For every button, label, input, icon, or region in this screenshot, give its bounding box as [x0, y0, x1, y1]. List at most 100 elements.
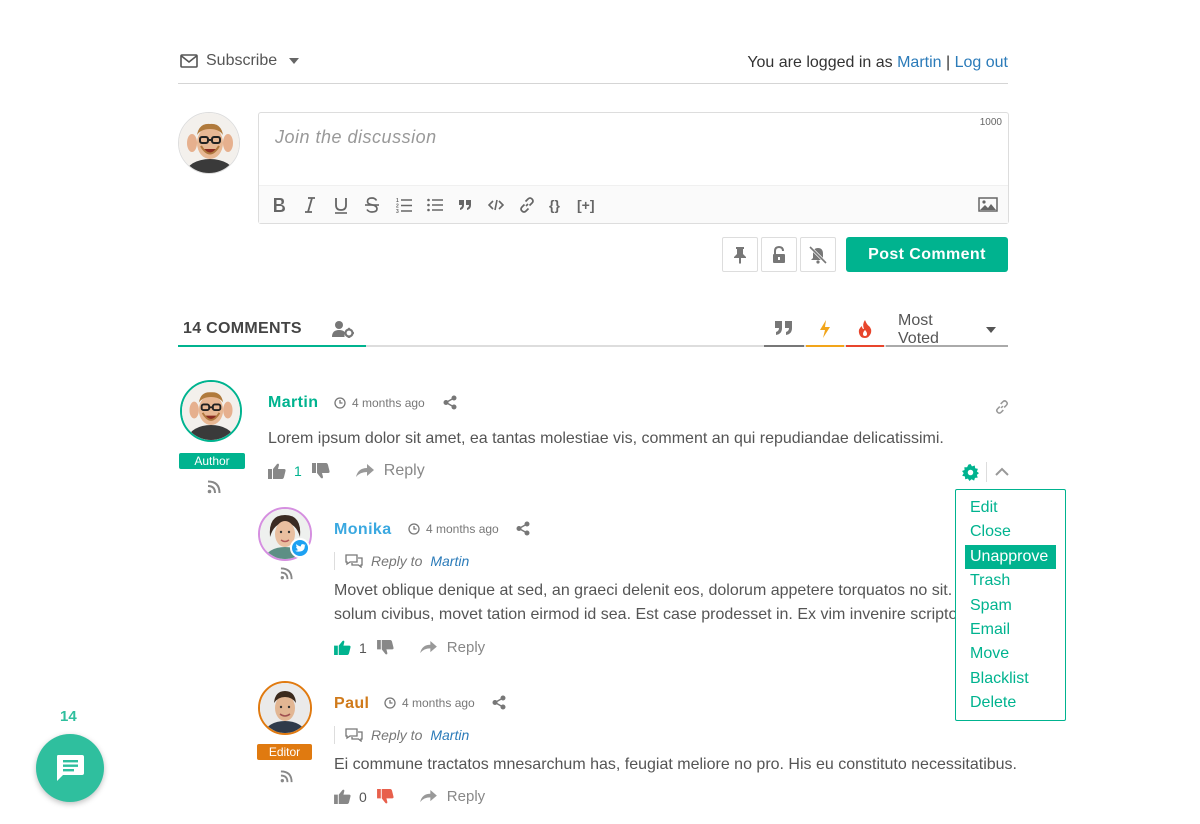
comment-time-label: 4 months ago — [426, 522, 499, 536]
editor-toolbar: 123 {} [+] — [259, 185, 1008, 223]
sticky-pin-button[interactable] — [722, 237, 758, 272]
thumbs-up-icon[interactable] — [334, 640, 351, 655]
vote-count: 1 — [359, 639, 367, 656]
post-comment-button[interactable]: Post Comment — [846, 237, 1008, 272]
close-thread-button[interactable] — [761, 237, 797, 272]
menu-item-email[interactable]: Email — [965, 618, 1056, 642]
bold-icon[interactable] — [272, 196, 286, 214]
role-badge: Editor — [257, 744, 312, 760]
image-icon[interactable] — [978, 197, 998, 212]
comment-time[interactable]: 4 months ago — [408, 522, 499, 536]
editor-placeholder[interactable]: Join the discussion — [275, 127, 437, 148]
pin-icon — [733, 246, 747, 264]
gear-icon[interactable] — [962, 464, 979, 481]
char-limit: 1000 — [979, 117, 1002, 128]
rss-icon[interactable] — [280, 770, 294, 784]
thumbs-up-icon[interactable] — [334, 789, 351, 804]
quote-icon[interactable] — [458, 196, 472, 214]
subscribe-dropdown[interactable]: Subscribe — [180, 52, 300, 70]
menu-item-move[interactable]: Move — [965, 642, 1056, 666]
share-icon[interactable] — [492, 695, 506, 710]
username-link[interactable]: Martin — [897, 54, 941, 71]
comment-text: Movet oblique denique at sed, an graeci … — [334, 582, 977, 599]
logout-link[interactable]: Log out — [955, 54, 1008, 71]
mute-notifications-button[interactable] — [800, 237, 836, 272]
reply-button[interactable]: Reply — [355, 462, 425, 480]
reply-to-label: Reply to — [371, 727, 423, 743]
login-separator: | — [946, 54, 951, 71]
reply-arrow-icon — [419, 790, 437, 803]
share-icon[interactable] — [443, 395, 457, 410]
reply-button[interactable]: Reply — [419, 639, 485, 656]
comment-bubble-button[interactable] — [36, 734, 104, 802]
logged-in-prefix: You are logged in as — [747, 54, 893, 71]
fire-icon — [858, 320, 872, 345]
code-icon[interactable] — [488, 196, 504, 214]
ordered-list-icon[interactable]: 123 — [396, 196, 412, 214]
comment-time[interactable]: 4 months ago — [384, 696, 475, 710]
comments-icon — [345, 728, 363, 742]
menu-item-spam[interactable]: Spam — [965, 594, 1056, 618]
quote-icon — [774, 320, 794, 345]
rss-icon[interactable] — [207, 480, 221, 494]
comments-icon — [345, 554, 363, 568]
reply-label: Reply — [446, 788, 486, 805]
reply-to-line: Reply to Martin — [334, 552, 469, 570]
strikethrough-icon[interactable] — [365, 196, 379, 214]
rss-icon[interactable] — [280, 567, 294, 581]
sort-hot-tab[interactable] — [846, 314, 884, 347]
login-status: You are logged in as Martin | Log out — [747, 54, 1008, 72]
avatar[interactable] — [180, 380, 242, 442]
sort-newest-tab[interactable] — [806, 314, 844, 347]
thumbs-down-icon[interactable] — [376, 640, 394, 655]
reply-arrow-icon — [355, 464, 374, 478]
permalink-icon[interactable] — [995, 400, 1009, 414]
menu-item-unapprove[interactable]: Unapprove — [965, 544, 1056, 570]
menu-item-blacklist[interactable]: Blacklist — [965, 667, 1056, 691]
chevron-down-icon — [986, 326, 996, 333]
comment-time[interactable]: 4 months ago — [334, 396, 425, 410]
collapse-chevron-icon[interactable] — [995, 467, 1009, 477]
comment-author[interactable]: Martin — [268, 394, 318, 412]
comment-editor[interactable]: Join the discussion 1000 123 {} [+] — [258, 112, 1009, 224]
spoiler-icon[interactable]: [+] — [577, 196, 595, 214]
sort-label: Most Voted — [898, 311, 939, 347]
users-settings-tab[interactable] — [320, 314, 366, 347]
comment-author[interactable]: Monika — [334, 521, 392, 539]
menu-item-close[interactable]: Close — [965, 520, 1056, 544]
share-icon[interactable] — [516, 521, 530, 536]
current-user-avatar — [178, 112, 240, 174]
reply-to-label: Reply to — [371, 553, 423, 569]
underline-icon[interactable] — [334, 196, 348, 214]
menu-item-delete[interactable]: Delete — [965, 691, 1056, 715]
menu-item-edit[interactable]: Edit — [965, 496, 1056, 520]
sort-inline-feedback-tab[interactable] — [764, 314, 804, 347]
comment-author[interactable]: Paul — [334, 695, 369, 713]
comment-text: Lorem ipsum dolor sit amet, ea tantas mo… — [268, 430, 944, 447]
reply-to-link[interactable]: Martin — [430, 727, 469, 743]
source-code-icon[interactable]: {} — [549, 196, 560, 214]
thumbs-down-icon[interactable] — [376, 789, 394, 804]
link-icon[interactable] — [519, 196, 535, 214]
thumbs-down-icon[interactable] — [311, 463, 330, 479]
reply-label: Reply — [383, 462, 425, 479]
chevron-down-icon — [289, 58, 300, 64]
menu-item-trash[interactable]: Trash — [965, 569, 1056, 593]
svg-text:3: 3 — [396, 209, 399, 213]
comments-topbar: Subscribe You are logged in as Martin | … — [178, 48, 1008, 84]
reply-to-link[interactable]: Martin — [430, 553, 469, 569]
clock-icon — [334, 397, 346, 409]
comments-count-tab[interactable]: 14 COMMENTS — [178, 314, 320, 347]
unlock-icon — [771, 245, 787, 264]
sort-dropdown[interactable]: Most Voted — [886, 311, 1008, 347]
comment-text: Ei commune tractatos mnesarchum has, feu… — [334, 756, 1017, 773]
unordered-list-icon[interactable] — [427, 196, 443, 214]
comment-time-label: 4 months ago — [352, 396, 425, 410]
italic-icon[interactable] — [304, 196, 316, 214]
avatar[interactable] — [258, 681, 312, 735]
lightning-icon — [819, 320, 831, 345]
reply-button[interactable]: Reply — [419, 788, 486, 805]
vote-count: 1 — [294, 463, 302, 479]
thumbs-up-icon[interactable] — [268, 463, 286, 479]
bubble-count: 14 — [60, 708, 77, 725]
